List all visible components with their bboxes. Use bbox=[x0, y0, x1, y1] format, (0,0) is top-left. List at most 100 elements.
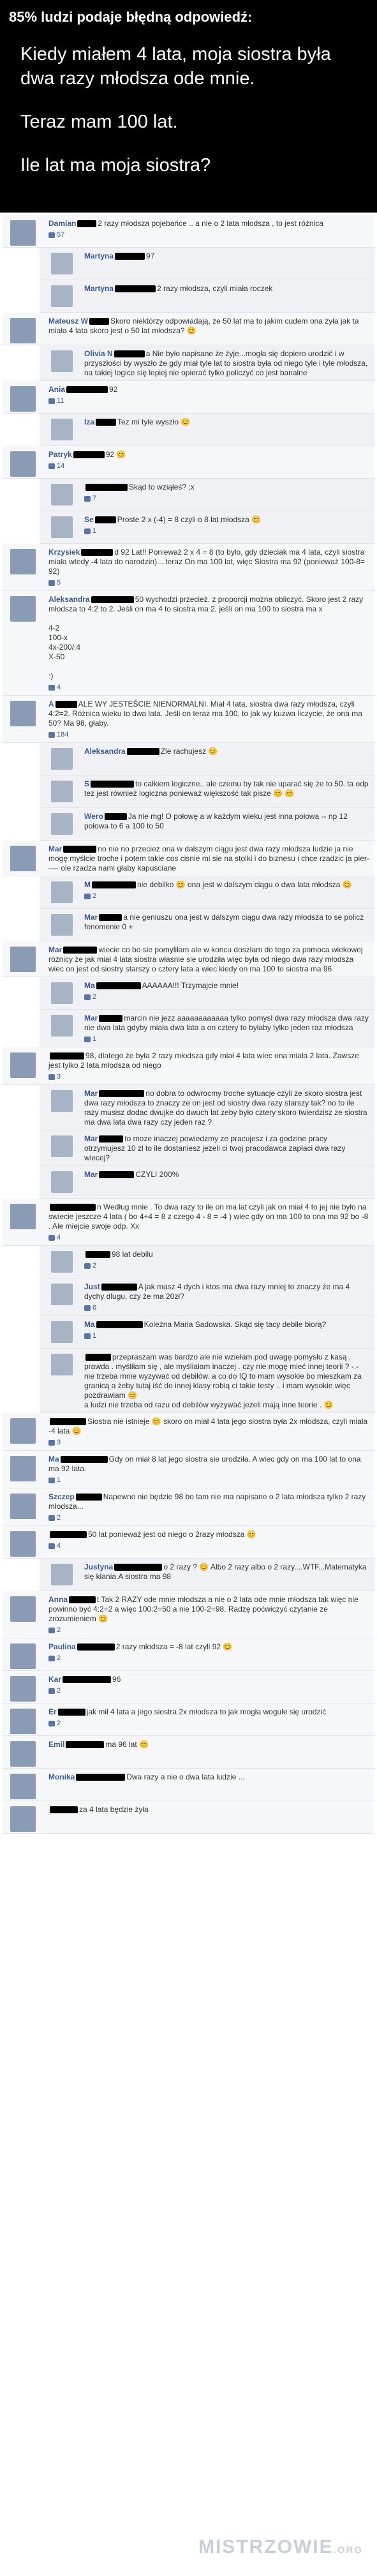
like-count[interactable]: 4 bbox=[48, 1233, 369, 1243]
avatar[interactable] bbox=[10, 701, 36, 726]
comment-author[interactable]: Martyna bbox=[84, 251, 114, 260]
comment-author[interactable]: A bbox=[48, 700, 54, 708]
comment-author[interactable]: Szczep bbox=[48, 1492, 75, 1501]
avatar[interactable] bbox=[51, 285, 73, 307]
comment-author[interactable]: Mar bbox=[48, 945, 62, 954]
comment-author[interactable]: Patryk bbox=[48, 450, 72, 459]
avatar[interactable] bbox=[51, 350, 73, 372]
like-count[interactable]: 1 bbox=[48, 1476, 369, 1485]
comment-author[interactable]: S bbox=[84, 779, 89, 788]
comment-author[interactable]: Damian bbox=[48, 219, 76, 228]
comment-author[interactable]: Anna bbox=[48, 1595, 68, 1604]
avatar[interactable] bbox=[51, 516, 73, 538]
comment-author[interactable]: Se bbox=[84, 515, 94, 524]
avatar[interactable] bbox=[51, 484, 73, 505]
like-count[interactable]: 1 bbox=[84, 1035, 369, 1044]
comment-author[interactable]: Emil bbox=[48, 1740, 64, 1749]
avatar[interactable] bbox=[10, 1676, 36, 1702]
comment-author[interactable]: Krzysiek bbox=[48, 548, 80, 557]
avatar[interactable] bbox=[10, 846, 36, 871]
avatar[interactable] bbox=[10, 386, 36, 412]
like-count[interactable]: 6 bbox=[84, 1303, 369, 1313]
comment-author[interactable]: Mar bbox=[84, 1014, 98, 1022]
avatar[interactable] bbox=[10, 549, 36, 574]
comment-author[interactable]: Olivia N bbox=[84, 349, 113, 358]
comment-author[interactable]: Er bbox=[48, 1707, 57, 1716]
comment-author[interactable]: Mar bbox=[84, 913, 98, 922]
avatar[interactable] bbox=[51, 881, 73, 903]
like-count[interactable]: 2 bbox=[48, 1686, 369, 1696]
comment-author[interactable]: Martyna bbox=[84, 284, 114, 293]
avatar[interactable] bbox=[10, 318, 36, 343]
comment-author[interactable]: Mar bbox=[84, 1170, 98, 1179]
comment-author[interactable]: Ma bbox=[84, 981, 95, 990]
avatar[interactable] bbox=[10, 451, 36, 477]
avatar[interactable] bbox=[10, 1774, 36, 1799]
avatar[interactable] bbox=[51, 1171, 73, 1193]
avatar[interactable] bbox=[51, 1321, 73, 1343]
like-count[interactable]: 57 bbox=[48, 230, 369, 240]
comment-author[interactable]: Justyna bbox=[84, 1562, 113, 1571]
comment-author[interactable]: Aleksandra bbox=[48, 595, 90, 604]
like-count[interactable]: 2 bbox=[48, 1654, 369, 1663]
avatar[interactable] bbox=[10, 596, 36, 622]
comment-author[interactable]: Kar bbox=[48, 1675, 61, 1684]
avatar[interactable] bbox=[51, 781, 73, 802]
comment-author[interactable]: Just bbox=[84, 1282, 100, 1291]
comment-author[interactable]: Wero bbox=[84, 812, 103, 821]
comment-author[interactable]: Mar bbox=[48, 844, 62, 853]
like-count[interactable]: 2 bbox=[84, 992, 369, 1002]
comment-author[interactable]: Iza bbox=[84, 417, 94, 426]
like-count[interactable]: 1 bbox=[84, 527, 369, 536]
comment-author[interactable]: Ma bbox=[48, 1455, 59, 1464]
avatar[interactable] bbox=[51, 813, 73, 835]
like-count[interactable]: 184 bbox=[48, 730, 369, 740]
like-count[interactable]: 2 bbox=[48, 1513, 369, 1523]
avatar[interactable] bbox=[51, 253, 73, 274]
avatar[interactable] bbox=[10, 1418, 36, 1444]
avatar[interactable] bbox=[51, 1251, 73, 1273]
avatar[interactable] bbox=[10, 1709, 36, 1734]
avatar[interactable] bbox=[51, 419, 73, 440]
like-count[interactable]: 14 bbox=[48, 461, 369, 471]
avatar[interactable] bbox=[10, 1456, 36, 1481]
like-count[interactable]: 2 bbox=[48, 1719, 369, 1728]
avatar[interactable] bbox=[10, 1806, 36, 1832]
avatar[interactable] bbox=[10, 947, 36, 972]
avatar[interactable] bbox=[10, 1596, 36, 1622]
avatar[interactable] bbox=[10, 220, 36, 246]
avatar[interactable] bbox=[10, 1494, 36, 1519]
avatar[interactable] bbox=[51, 1090, 73, 1112]
like-count[interactable]: 4 bbox=[48, 1541, 369, 1551]
comment-author[interactable]: Mateusz W bbox=[48, 317, 88, 326]
avatar[interactable] bbox=[10, 1531, 36, 1557]
comment-author[interactable]: Ania bbox=[48, 385, 65, 394]
comment-author[interactable]: M bbox=[84, 880, 91, 889]
like-count[interactable]: 5 bbox=[48, 578, 369, 588]
comment-author[interactable]: Mar bbox=[84, 1134, 98, 1143]
like-count[interactable]: 2 bbox=[84, 1261, 369, 1271]
avatar[interactable] bbox=[10, 1204, 36, 1229]
like-count[interactable]: 11 bbox=[48, 396, 369, 406]
like-count[interactable]: 3 bbox=[48, 1072, 369, 1082]
like-count[interactable]: 7 bbox=[84, 494, 369, 504]
like-count[interactable]: 2 bbox=[48, 1626, 369, 1635]
comment-author[interactable]: Ma bbox=[84, 1320, 95, 1329]
avatar[interactable] bbox=[10, 1741, 36, 1767]
avatar[interactable] bbox=[51, 982, 73, 1004]
avatar[interactable] bbox=[51, 1135, 73, 1157]
avatar[interactable] bbox=[10, 1644, 36, 1669]
like-count[interactable]: 1 bbox=[84, 1331, 369, 1341]
avatar[interactable] bbox=[51, 1354, 73, 1375]
comment-author[interactable]: Mar bbox=[84, 1089, 98, 1098]
comment-author[interactable]: Aleksandra bbox=[84, 747, 126, 756]
avatar[interactable] bbox=[51, 1564, 73, 1585]
comment-author[interactable]: Monika bbox=[48, 1772, 75, 1781]
avatar[interactable] bbox=[10, 1052, 36, 1078]
avatar[interactable] bbox=[51, 1015, 73, 1037]
like-count[interactable]: 3 bbox=[48, 1438, 369, 1448]
comment-author[interactable]: Paulina bbox=[48, 1642, 76, 1651]
like-count[interactable]: 4 bbox=[48, 683, 369, 693]
avatar[interactable] bbox=[51, 914, 73, 936]
avatar[interactable] bbox=[51, 748, 73, 770]
